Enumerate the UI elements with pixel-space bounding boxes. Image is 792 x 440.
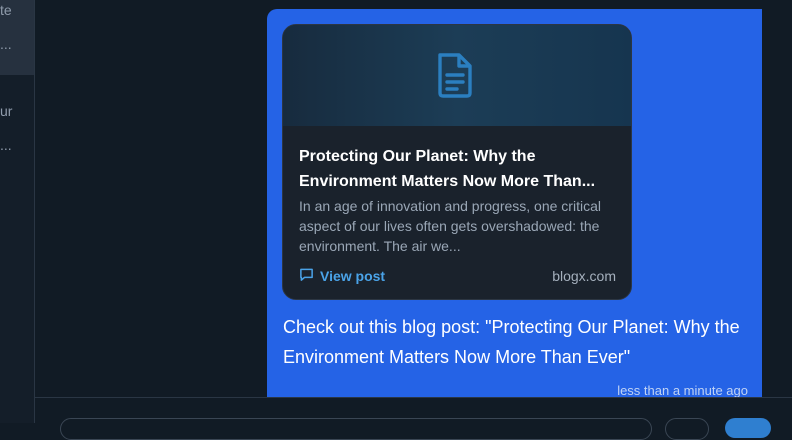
document-icon [435, 51, 475, 104]
send-button[interactable] [725, 418, 771, 438]
view-post-link[interactable]: View post [299, 267, 385, 285]
message-input[interactable] [60, 418, 652, 440]
conversation-preview-line: te [0, 2, 12, 18]
conversation-preview-line: ... [0, 137, 12, 153]
view-post-label: View post [320, 268, 386, 284]
chat-thread: Protecting Our Planet: Why the Environme… [35, 0, 792, 397]
conversation-sidebar: te ... ur ... [0, 0, 35, 423]
conversation-preview-line: ur [0, 103, 13, 119]
link-preview-domain: blogx.com [552, 268, 616, 284]
link-preview-excerpt: In an age of innovation and progress, on… [299, 198, 601, 254]
conversation-item-active[interactable]: te ... [0, 0, 34, 75]
link-preview-title: Protecting Our Planet: Why the Environme… [299, 148, 596, 190]
link-preview-card[interactable]: Protecting Our Planet: Why the Environme… [282, 24, 632, 300]
message-timestamp: less than a minute ago [617, 383, 748, 397]
message-text: Check out this blog post: "Protecting Ou… [283, 317, 740, 367]
conversation-preview-line: ... [0, 36, 12, 52]
conversation-item[interactable]: ur ... [0, 75, 34, 165]
attach-button[interactable] [665, 418, 709, 440]
comment-icon [299, 267, 314, 285]
link-preview-hero [283, 25, 631, 126]
message-bubble: Protecting Our Planet: Why the Environme… [267, 9, 762, 397]
composer-bar [35, 397, 792, 440]
